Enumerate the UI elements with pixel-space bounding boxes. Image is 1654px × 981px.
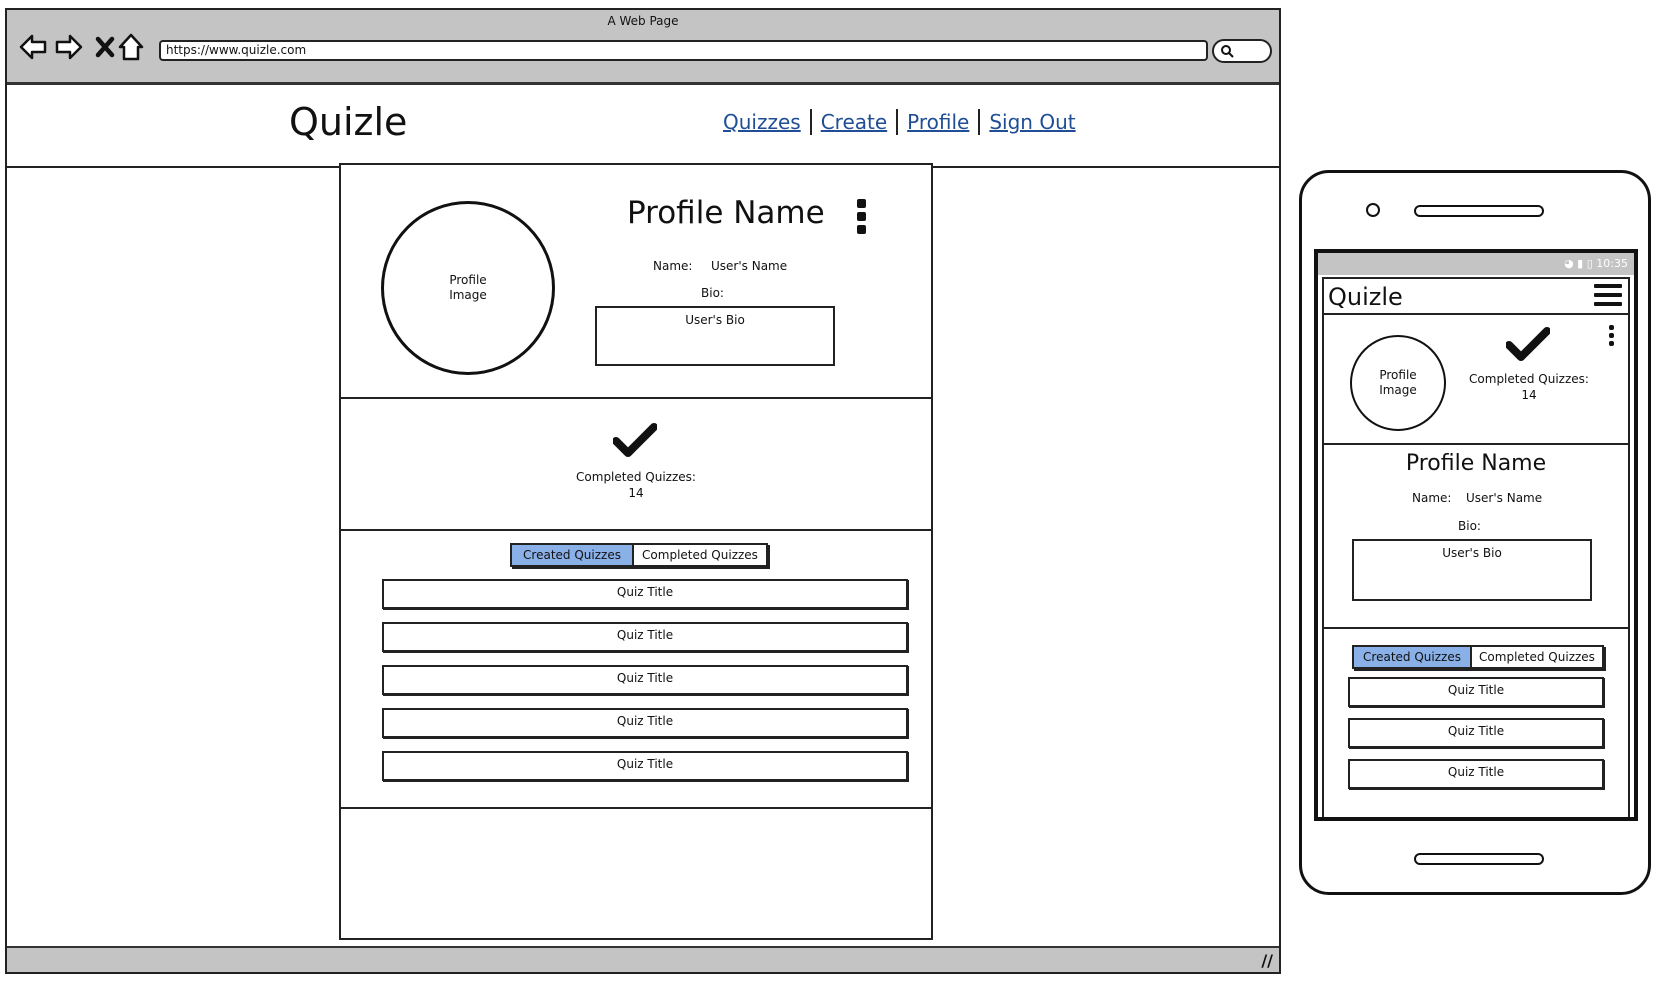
mobile-name-label: Name: — [1412, 491, 1452, 505]
nav-link-quizzes[interactable]: Quizzes — [723, 110, 801, 134]
wifi-icon: ◕ — [1564, 257, 1574, 270]
mobile-completed-quizzes-count: 14 — [1521, 388, 1537, 402]
mobile-tab-created-quizzes[interactable]: Created Quizzes — [1354, 647, 1472, 667]
profile-section: Profile Image Profile Name Name: User's … — [341, 165, 931, 399]
browser-chrome: A Web Page https://www.quizle.com — [7, 10, 1279, 85]
android-status-bar: ◕ ▮ ▯ 10:35 — [1318, 253, 1634, 275]
stats-section: Completed Quizzes: 14 — [341, 399, 931, 531]
mobile-quiz-row[interactable]: Quiz Title — [1348, 718, 1604, 748]
home-icon[interactable] — [117, 32, 145, 62]
more-options-icon[interactable] — [857, 199, 866, 234]
nav-divider — [978, 109, 981, 135]
tab-created-quizzes[interactable]: Created Quizzes — [512, 545, 634, 565]
profile-image: Profile Image — [381, 201, 555, 375]
mobile-bio-box: User's Bio — [1352, 539, 1592, 601]
forward-arrow-icon[interactable] — [55, 32, 83, 62]
completed-quizzes-stat: Completed Quizzes: 14 — [541, 469, 731, 501]
nav-link-create[interactable]: Create — [821, 110, 887, 134]
close-icon[interactable] — [91, 32, 119, 62]
mobile-tab-completed-quizzes[interactable]: Completed Quizzes — [1472, 647, 1602, 667]
profile-image-label: Profile Image — [449, 273, 487, 302]
name-label: Name: — [653, 259, 693, 273]
mobile-quiz-row[interactable]: Quiz Title — [1348, 759, 1604, 789]
mobile-profile-image: Profile Image — [1350, 335, 1446, 431]
browser-status-bar: // — [7, 946, 1279, 972]
url-input[interactable]: https://www.quizle.com — [159, 40, 1208, 61]
mobile-completed-quizzes-stat: Completed Quizzes: 14 — [1464, 371, 1594, 403]
completed-quizzes-label: Completed Quizzes: — [576, 470, 696, 484]
window-title: A Web Page — [607, 14, 679, 28]
bio-label: Bio: — [701, 286, 724, 300]
name-value: User's Name — [711, 259, 788, 273]
checkmark-icon — [613, 423, 657, 457]
hamburger-menu-icon[interactable] — [1594, 284, 1622, 311]
mobile-more-options-icon[interactable] — [1609, 325, 1614, 346]
mobile-profile: Profile Image Completed Quizzes: 14 Prof… — [1322, 315, 1630, 817]
browser-search-box[interactable] — [1212, 39, 1272, 63]
signal-icon: ▮ — [1577, 257, 1584, 270]
mobile-bio-value: User's Bio — [1442, 546, 1502, 560]
mobile-logo[interactable]: Quizle — [1328, 283, 1403, 311]
mobile-profile-image-label: Profile Image — [1379, 368, 1417, 397]
mobile-checkmark-icon — [1506, 327, 1550, 361]
mobile-quiz-tabs: Created Quizzes Completed Quizzes — [1352, 645, 1604, 669]
nav-link-sign-out[interactable]: Sign Out — [989, 110, 1075, 134]
mobile-name-value: User's Name — [1466, 491, 1543, 505]
back-arrow-icon[interactable] — [19, 32, 47, 62]
top-nav: Quizzes Create Profile Sign Out — [723, 109, 1076, 135]
browser-window: A Web Page https://www.quizle.com Quizle… — [5, 8, 1281, 974]
phone-speaker — [1414, 205, 1544, 217]
phone-screen: ◕ ▮ ▯ 10:35 Quizle Profile Image Complet… — [1314, 249, 1638, 821]
mobile-bio-label: Bio: — [1458, 519, 1481, 533]
profile-name: Profile Name — [627, 195, 825, 231]
quiz-row[interactable]: Quiz Title — [382, 622, 908, 652]
resize-handle-icon[interactable]: // — [1261, 951, 1273, 970]
phone-frame: ◕ ▮ ▯ 10:35 Quizle Profile Image Complet… — [1299, 170, 1651, 895]
mobile-name-section: Profile Name Name: User's Name Bio: User… — [1322, 443, 1630, 629]
mobile-quiz-row[interactable]: Quiz Title — [1348, 677, 1604, 707]
battery-icon: ▯ — [1586, 257, 1593, 270]
site-header: Quizle Quizzes Create Profile Sign Out — [7, 86, 1279, 168]
quiz-row[interactable]: Quiz Title — [382, 665, 908, 695]
quiz-row[interactable]: Quiz Title — [382, 751, 908, 781]
profile-card: Profile Image Profile Name Name: User's … — [339, 163, 933, 940]
mobile-completed-quizzes-label: Completed Quizzes: — [1469, 372, 1589, 386]
bio-box: User's Bio — [595, 306, 835, 366]
phone-camera — [1366, 203, 1380, 217]
site-logo[interactable]: Quizle — [289, 100, 407, 144]
status-time: 10:35 — [1596, 257, 1628, 270]
mobile-header: Quizle — [1322, 277, 1630, 315]
quiz-tabs: Created Quizzes Completed Quizzes — [510, 543, 768, 567]
nav-divider — [896, 109, 899, 135]
completed-quizzes-count: 14 — [628, 486, 644, 500]
phone-home-button[interactable] — [1414, 853, 1544, 865]
nav-link-profile[interactable]: Profile — [907, 110, 969, 134]
tab-completed-quizzes[interactable]: Completed Quizzes — [634, 545, 766, 565]
bio-value: User's Bio — [685, 313, 745, 327]
quiz-row[interactable]: Quiz Title — [382, 579, 908, 609]
quiz-row[interactable]: Quiz Title — [382, 708, 908, 738]
mobile-profile-name: Profile Name — [1405, 451, 1547, 476]
nav-divider — [809, 109, 812, 135]
quizzes-section: Created Quizzes Completed Quizzes Quiz T… — [341, 531, 931, 809]
search-icon — [1221, 45, 1234, 58]
